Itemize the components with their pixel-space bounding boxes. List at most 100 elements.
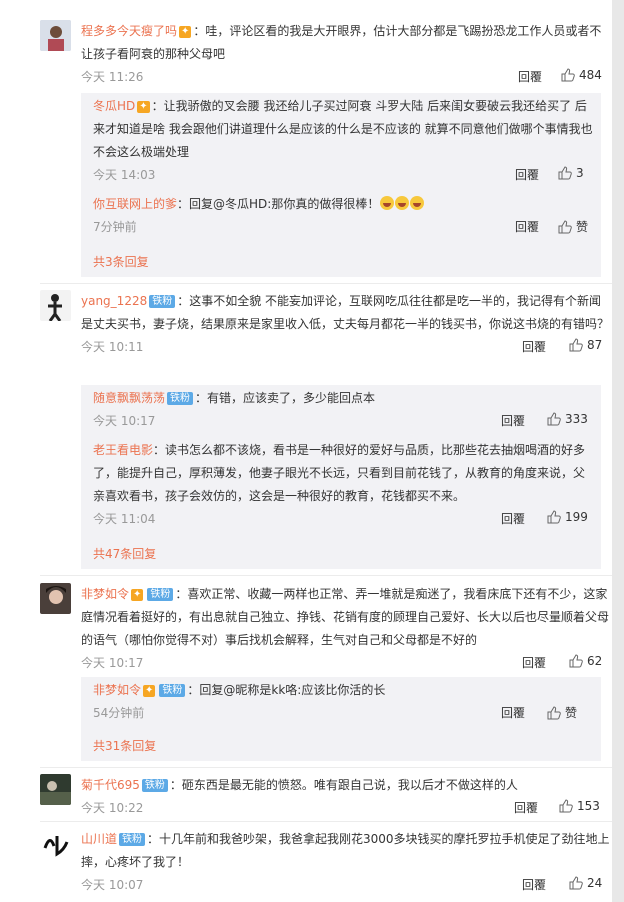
username[interactable]: 菊千代695: [81, 778, 140, 792]
fan-badge: 铁粉: [119, 833, 146, 846]
username[interactable]: 非梦如令: [81, 587, 129, 601]
reply-button[interactable]: 回覆: [522, 654, 546, 671]
vip-icon: ✦: [131, 589, 144, 601]
timestamp: 今天 10:17: [81, 656, 144, 670]
reply-item: 冬瓜HD ✦ ：让我骄傲的叉会腰 我还给儿子买过阿衰 斗罗大陆 后来闺女要破云我还给…: [93, 95, 593, 186]
reply-button[interactable]: 回覆: [515, 218, 539, 235]
grin-emoji-icon: [410, 196, 425, 210]
view-more-replies-link[interactable]: 共3条回复: [93, 253, 149, 270]
thumbs-up-icon: [547, 706, 561, 720]
thumbs-up-icon: [561, 68, 575, 82]
reply-button[interactable]: 回覆: [522, 338, 546, 355]
fan-badge: 铁粉: [147, 588, 174, 601]
comment-meta: 今天 14:03 回覆 3: [93, 164, 593, 186]
timestamp: 今天 14:03: [93, 168, 156, 182]
reply-panel: 非梦如令 ✦ 铁粉 ：回复@昵称是kk咯:应该比你活的长 54分钟前 回覆 赞 共31…: [81, 677, 601, 761]
comment-text: 非梦如令 ✦ 铁粉 ：回复@昵称是kk咯:应该比你活的长: [93, 683, 386, 697]
reply-button[interactable]: 回覆: [514, 799, 538, 816]
comment-text: 非梦如令 ✦ 铁粉 ：喜欢正常、收藏一两样也正常、弄一堆就是痴迷了，我看床底下还有不少…: [81, 587, 610, 647]
divider: [40, 821, 612, 822]
grin-emoji-icon: [395, 196, 410, 210]
thumbs-up-icon: [569, 876, 583, 890]
username[interactable]: yang_1228: [81, 294, 147, 308]
comment-text: 菊千代695 铁粉 ：砸东西是最无能的愤怒。唯有跟自己说，我以后才不做这样的人: [81, 778, 518, 792]
timestamp: 今天 10:07: [81, 878, 144, 892]
timestamp: 今天 11:26: [81, 70, 144, 84]
reply-button[interactable]: 回覆: [518, 68, 542, 85]
fan-badge: 铁粉: [141, 779, 168, 792]
comment-meta: 今天 11:04 回覆 199: [93, 508, 593, 530]
view-more-replies-link[interactable]: 共31条回复: [93, 737, 156, 754]
like-button[interactable]: 赞: [558, 218, 588, 235]
reply-panel: 随意飘飘荡荡 铁粉 ：有错，应该卖了，多少能回点本 今天 10:17 回覆 333 …: [81, 385, 601, 569]
timestamp: 今天 10:11: [81, 340, 144, 354]
avatar[interactable]: [40, 20, 71, 51]
thumbs-up-icon: [547, 510, 561, 524]
divider: [40, 767, 612, 768]
comment-meta: 7分钟前 回覆 赞: [93, 216, 593, 238]
view-more-replies-link[interactable]: 共47条回复: [93, 545, 156, 562]
reply-item: 你互联网上的爹：回复@冬瓜HD:那你真的做得很棒！ 7分钟前 回覆 赞: [93, 193, 593, 238]
comment-meta: 今天 10:11 回覆 87: [81, 336, 612, 358]
username[interactable]: 非梦如令: [93, 683, 141, 697]
like-button[interactable]: 24: [569, 876, 602, 890]
thumbs-up-icon: [569, 654, 583, 668]
like-button[interactable]: 3: [558, 166, 584, 180]
username[interactable]: 程多多今天瘦了吗: [81, 24, 177, 38]
thumbs-up-icon: [559, 799, 573, 813]
vip-icon: ✦: [143, 685, 156, 697]
reply-item: 老王看电影：读书怎么都不该烧，看书是一种很好的爱好与品质，比那些花去抽烟喝酒的好…: [93, 439, 593, 530]
vip-icon: ✦: [179, 26, 192, 38]
timestamp: 7分钟前: [93, 220, 137, 234]
scrollbar[interactable]: [612, 0, 624, 902]
timestamp: 今天 11:04: [93, 512, 156, 526]
comment-meta: 今天 10:07 回覆 24: [81, 874, 612, 896]
username[interactable]: 你互联网上的爹: [93, 197, 177, 211]
thumbs-up-icon: [558, 220, 572, 234]
avatar[interactable]: [40, 774, 71, 805]
comment-meta: 今天 11:26 回覆 484: [81, 66, 612, 88]
reply-button[interactable]: 回覆: [501, 704, 525, 721]
timestamp: 今天 10:17: [93, 414, 156, 428]
reply-item: 随意飘飘荡荡 铁粉 ：有错，应该卖了，多少能回点本 今天 10:17 回覆 333: [93, 387, 593, 432]
timestamp: 54分钟前: [93, 706, 145, 720]
avatar[interactable]: [40, 583, 71, 614]
username[interactable]: 随意飘飘荡荡: [93, 391, 165, 405]
reply-button[interactable]: 回覆: [501, 510, 525, 527]
username[interactable]: 山川道: [81, 832, 117, 846]
comment-text: 你互联网上的爹：回复@冬瓜HD:那你真的做得很棒！: [93, 193, 593, 216]
comment-text: 随意飘飘荡荡 铁粉 ：有错，应该卖了，多少能回点本: [93, 391, 376, 405]
avatar[interactable]: [40, 828, 71, 859]
like-button[interactable]: 333: [547, 412, 588, 426]
comment-text: 山川道 铁粉 ：十几年前和我爸吵架，我爸拿起我刚花3000多块钱买的摩托罗拉手机使足…: [81, 832, 610, 869]
like-button[interactable]: 484: [561, 68, 602, 82]
avatar[interactable]: [40, 290, 71, 321]
divider: [40, 575, 612, 576]
grin-emoji-icon: [380, 196, 395, 210]
like-button[interactable]: 赞: [547, 704, 577, 721]
like-button[interactable]: 62: [569, 654, 602, 668]
like-button[interactable]: 153: [559, 799, 600, 813]
comment-text: 程多多今天瘦了吗 ✦ ：哇，评论区看的我是大开眼界，估计大部分都是飞踢扮恐龙工作人员…: [81, 24, 602, 61]
like-button[interactable]: 199: [547, 510, 588, 524]
reply-panel: 冬瓜HD ✦ ：让我骄傲的叉会腰 我还给儿子买过阿衰 斗罗大陆 后来闺女要破云我还给…: [81, 93, 601, 277]
thumbs-up-icon: [558, 166, 572, 180]
comment-list: 程多多今天瘦了吗 ✦ ：哇，评论区看的我是大开眼界，估计大部分都是飞踢扮恐龙工作人员…: [0, 0, 624, 902]
comment-meta: 今天 10:22 回覆 153: [81, 797, 612, 819]
reply-button[interactable]: 回覆: [515, 166, 539, 183]
comment-meta: 今天 10:17 回覆 62: [81, 652, 612, 674]
fan-badge: 铁粉: [149, 295, 176, 308]
comment-text: 老王看电影：读书怎么都不该烧，看书是一种很好的爱好与品质，比那些花去抽烟喝酒的好…: [93, 443, 586, 503]
divider: [40, 283, 612, 284]
fan-badge: 铁粉: [159, 684, 186, 697]
username[interactable]: 老王看电影: [93, 443, 153, 457]
username[interactable]: 冬瓜HD: [93, 99, 135, 113]
timestamp: 今天 10:22: [81, 801, 144, 815]
reply-button[interactable]: 回覆: [501, 412, 525, 429]
reply-item: 非梦如令 ✦ 铁粉 ：回复@昵称是kk咯:应该比你活的长 54分钟前 回覆 赞: [93, 679, 593, 724]
reply-button[interactable]: 回覆: [522, 876, 546, 893]
fan-badge: 铁粉: [167, 392, 194, 405]
comment-text: 冬瓜HD ✦ ：让我骄傲的叉会腰 我还给儿子买过阿衰 斗罗大陆 后来闺女要破云我还给…: [93, 99, 593, 159]
thumbs-up-icon: [547, 412, 561, 426]
like-button[interactable]: 87: [569, 338, 602, 352]
